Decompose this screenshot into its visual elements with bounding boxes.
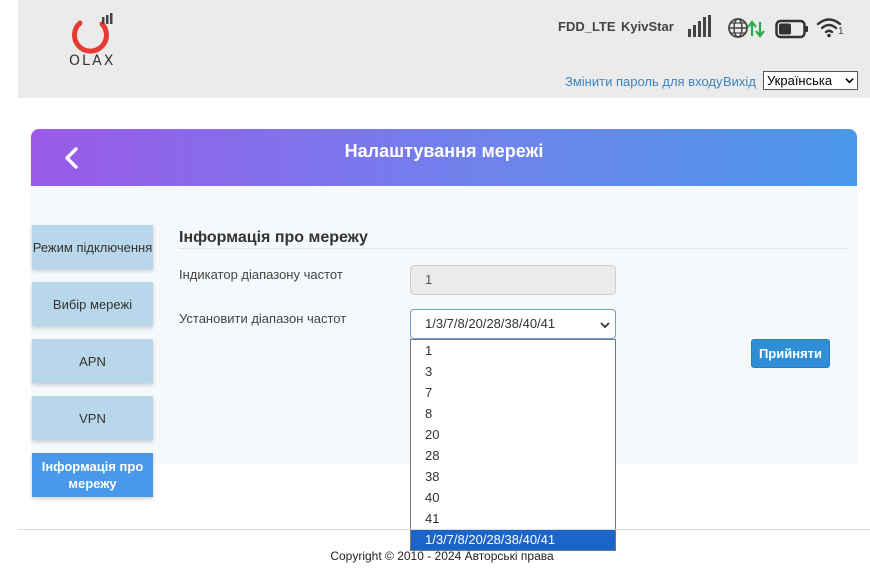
section-title: Інформація про мережу <box>179 229 368 246</box>
band-dropdown-list: 1 3 7 8 20 28 38 40 41 1/3/7/8/20/28/38/… <box>410 339 616 551</box>
set-band-label: Установити діапазон частот <box>179 311 347 326</box>
section-divider <box>179 248 849 249</box>
band-option-20[interactable]: 20 <box>411 424 615 445</box>
chevron-down-icon <box>600 322 610 329</box>
chevron-down-icon <box>845 78 854 84</box>
copyright-text: Copyright © 2010 - 2024 Авторські права <box>330 549 554 563</box>
band-select[interactable]: 1/3/7/8/20/28/38/40/41 <box>410 309 616 339</box>
band-option-1[interactable]: 1 <box>411 340 615 361</box>
change-password-link[interactable]: Змінити пароль для входу <box>565 74 722 89</box>
band-indicator-field: 1 <box>410 265 616 295</box>
carrier-name: KyivStar <box>621 19 674 34</box>
band-option-all[interactable]: 1/3/7/8/20/28/38/40/41 <box>411 529 615 550</box>
band-select-value: 1/3/7/8/20/28/38/40/41 <box>425 316 556 331</box>
sidebar-item-connection-mode[interactable]: Режим підключення <box>32 225 153 269</box>
data-arrows-icon <box>747 20 765 38</box>
sidebar-item-network-select[interactable]: Вибір мережі <box>32 282 153 326</box>
sidebar-item-vpn[interactable]: VPN <box>32 396 153 440</box>
sidebar-item-label: Вибір мережі <box>52 296 133 312</box>
band-option-38[interactable]: 38 <box>411 466 615 487</box>
panel-header: Налаштування мережі <box>31 129 857 186</box>
band-option-28[interactable]: 28 <box>411 445 615 466</box>
sidebar-item-apn[interactable]: APN <box>32 339 153 383</box>
band-option-7[interactable]: 7 <box>411 382 615 403</box>
battery-icon <box>775 19 808 39</box>
sidebar-item-label: Режим підключення <box>32 239 153 255</box>
band-option-3[interactable]: 3 <box>411 361 615 382</box>
wifi-client-count: 1 <box>838 26 844 37</box>
page-title: Налаштування мережі <box>344 141 544 161</box>
logout-link[interactable]: Вихід <box>723 74 756 89</box>
language-select[interactable]: Українська <box>763 71 858 90</box>
sidebar-item-label: VPN <box>79 410 106 426</box>
globe-icon <box>728 18 748 38</box>
sidebar-item-network-info[interactable]: Інформація про мережу <box>32 453 153 497</box>
band-indicator-label: Індикатор діапазону частот <box>179 267 343 282</box>
signal-bars-icon <box>688 15 711 37</box>
footer-divider <box>18 529 870 530</box>
band-option-40[interactable]: 40 <box>411 487 615 508</box>
sidebar-item-label: APN <box>79 353 106 369</box>
top-header: OLAX FDD_LTE KyivStar 1 Змінити пароль д… <box>18 0 870 98</box>
network-type: FDD_LTE <box>558 19 616 34</box>
accept-button[interactable]: Прийняти <box>751 339 830 368</box>
sidebar-item-label: Інформація про мережу <box>41 459 144 491</box>
band-option-41[interactable]: 41 <box>411 508 615 529</box>
language-select-value: Українська <box>767 73 833 88</box>
band-option-8[interactable]: 8 <box>411 403 615 424</box>
logo-text: OLAX <box>69 53 116 69</box>
